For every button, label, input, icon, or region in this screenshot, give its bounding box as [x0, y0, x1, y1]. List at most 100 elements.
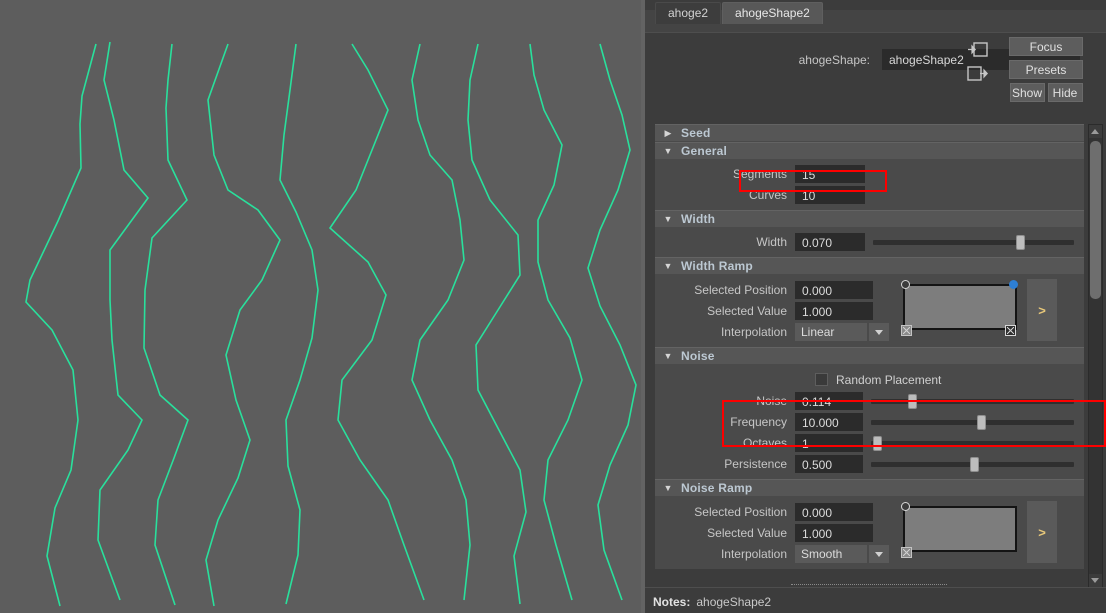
tab-ahogeshape2[interactable]: ahogeShape2: [722, 2, 823, 24]
attribute-editor-panel: ahoge2 ahogeShape2 ahogeShape: ahogeShap…: [645, 0, 1106, 613]
curve-9: [529, 43, 583, 601]
width-ramp-interpolation-label: Interpolation: [720, 325, 787, 339]
width-input[interactable]: 0.070: [795, 233, 865, 251]
width-ramp-bottom-marker-left[interactable]: [901, 325, 912, 336]
show-button[interactable]: Show: [1009, 83, 1045, 102]
width-ramp-bottom-marker-right[interactable]: [1005, 325, 1016, 336]
maya-attribute-editor-window: ahoge2 ahogeShape2 ahogeShape: ahogeShap…: [0, 0, 1106, 613]
width-slider-track: [873, 240, 1074, 245]
frequency-label: Frequency: [730, 415, 787, 429]
noise-ramp-interpolation-select[interactable]: Smooth: [795, 545, 867, 563]
notes-label: Notes:: [653, 595, 691, 609]
width-ramp-widget[interactable]: [899, 279, 1019, 341]
octaves-slider[interactable]: [871, 434, 1074, 452]
width-label: Width: [756, 235, 787, 249]
persistence-slider[interactable]: [871, 455, 1074, 473]
focus-button[interactable]: Focus: [1009, 37, 1083, 56]
section-title-width: Width: [681, 212, 716, 226]
width-slider[interactable]: [873, 233, 1074, 251]
persistence-slider-handle[interactable]: [970, 457, 980, 472]
random-placement-label: Random Placement: [836, 372, 942, 387]
octaves-slider-track: [871, 441, 1074, 446]
noise-ramp-bottom-marker-left[interactable]: [901, 547, 912, 558]
frequency-input[interactable]: 10.000: [795, 413, 863, 431]
persistence-label: Persistence: [724, 457, 787, 471]
scrollbar-thumb[interactable]: [1090, 141, 1101, 299]
expanded-arrow-icon: ▼: [663, 145, 673, 156]
curve-group: [25, 41, 637, 607]
width-slider-handle[interactable]: [1015, 235, 1025, 250]
section-title-noise-ramp: Noise Ramp: [681, 481, 753, 495]
width-ramp-selected-position-label: Selected Position: [694, 283, 787, 297]
section-header-width-ramp[interactable]: ▼ Width Ramp: [655, 257, 1084, 275]
section-header-noise[interactable]: ▼ Noise: [655, 347, 1084, 365]
scroll-up-arrow-icon[interactable]: [1089, 125, 1102, 138]
frequency-slider-track: [871, 420, 1074, 425]
scroll-down-arrow-icon[interactable]: [1089, 574, 1102, 587]
row-width-ramp-selected-value: Selected Value 1.000: [655, 301, 893, 321]
noise-ramp-graph[interactable]: [903, 506, 1017, 552]
frequency-slider-handle[interactable]: [976, 415, 986, 430]
section-header-general[interactable]: ▼ General: [655, 142, 1084, 160]
width-ramp-top-marker-right[interactable]: [1009, 280, 1018, 289]
node-name-row: ahogeShape: ahogeShape2 Focus Presets Sh…: [645, 33, 1106, 102]
width-ramp-graph[interactable]: [903, 284, 1017, 330]
chevron-down-icon[interactable]: [869, 545, 889, 563]
octaves-slider-handle[interactable]: [873, 436, 883, 451]
noise-ramp-top-marker-left[interactable]: [901, 502, 910, 511]
section-header-seed[interactable]: ▶ Seed: [655, 124, 1084, 142]
tab-ahoge2[interactable]: ahoge2: [655, 2, 722, 24]
noise-slider[interactable]: [871, 392, 1074, 410]
noise-ramp-selected-value-input[interactable]: 1.000: [795, 524, 873, 542]
row-noise-ramp-interpolation: Interpolation Smooth: [655, 544, 893, 564]
width-ramp-selected-position-input[interactable]: 0.000: [795, 281, 873, 299]
row-frequency: Frequency 10.000: [655, 412, 1084, 432]
row-width-ramp-selected-position: Selected Position 0.000: [655, 280, 893, 300]
width-ramp-top-marker-left[interactable]: [901, 280, 910, 289]
noise-input[interactable]: 0.114: [795, 392, 863, 410]
curves-input[interactable]: 10: [795, 186, 865, 204]
3d-viewport[interactable]: [0, 0, 645, 613]
curve-10: [587, 43, 637, 601]
width-ramp-selected-value-input[interactable]: 1.000: [795, 302, 873, 320]
section-body-noise-ramp: Selected Position 0.000 Selected Value 1…: [655, 497, 1084, 569]
persistence-input[interactable]: 0.500: [795, 455, 863, 473]
noise-ramp-widget[interactable]: [899, 501, 1019, 563]
section-title-seed: Seed: [681, 126, 711, 140]
random-placement-checkbox[interactable]: [815, 373, 828, 386]
attribute-icon-column: [967, 41, 989, 89]
width-ramp-interpolation-select[interactable]: Linear: [795, 323, 867, 341]
copy-attributes-icon[interactable]: [967, 65, 989, 83]
curve-8: [467, 43, 527, 605]
noise-slider-handle[interactable]: [907, 394, 917, 409]
curve-3: [143, 43, 189, 606]
node-name-label: ahogeShape:: [798, 53, 870, 67]
noise-ramp-selected-value-label: Selected Value: [707, 526, 787, 540]
chevron-down-icon[interactable]: [869, 323, 889, 341]
curve-canvas: [25, 41, 637, 607]
segments-label: Segments: [732, 167, 787, 181]
section-title-general: General: [681, 144, 728, 158]
segments-input[interactable]: 15: [795, 165, 865, 183]
width-ramp-expand-button[interactable]: >: [1027, 279, 1057, 341]
curve-2: [97, 41, 150, 601]
section-header-width[interactable]: ▼ Width: [655, 210, 1084, 228]
hide-button[interactable]: Hide: [1047, 83, 1083, 102]
load-attributes-icon[interactable]: [967, 41, 989, 59]
expanded-arrow-icon: ▼: [663, 482, 673, 493]
presets-button[interactable]: Presets: [1009, 60, 1083, 79]
noise-ramp-expand-button[interactable]: >: [1027, 501, 1057, 563]
row-segments: Segments 15: [655, 164, 1084, 184]
section-header-noise-ramp[interactable]: ▼ Noise Ramp: [655, 479, 1084, 497]
notes-value: ahogeShape2: [696, 595, 772, 609]
attribute-scroll-body: ▶ Seed ▼ General Segments 15 Curves 10 ▼…: [655, 124, 1084, 588]
octaves-input[interactable]: 1: [795, 434, 863, 452]
curve-1: [25, 43, 97, 607]
attribute-scrollbar[interactable]: [1088, 124, 1103, 588]
noise-ramp-selected-position-input[interactable]: 0.000: [795, 503, 873, 521]
notes-row: Notes: ahogeShape2: [653, 595, 771, 609]
resize-grip[interactable]: [791, 584, 947, 585]
section-title-noise: Noise: [681, 349, 715, 363]
frequency-slider[interactable]: [871, 413, 1074, 431]
row-width-ramp-interpolation: Interpolation Linear: [655, 322, 893, 342]
